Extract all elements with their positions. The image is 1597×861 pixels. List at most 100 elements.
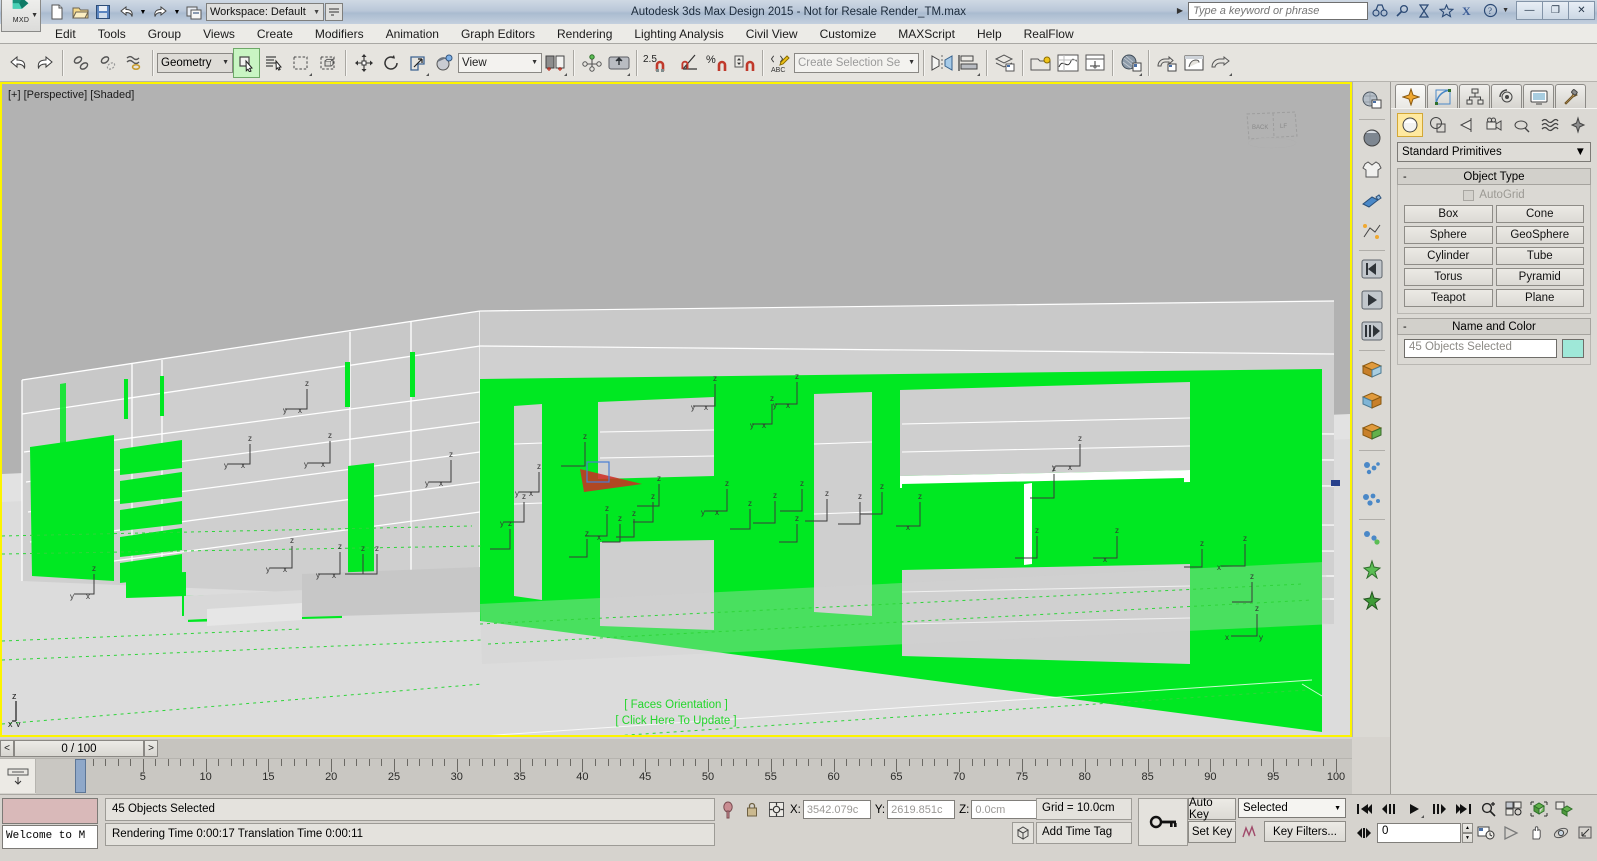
go-to-start-side-icon[interactable] (1357, 254, 1387, 284)
frame-spinner[interactable]: ▲ ▼ (1462, 822, 1473, 843)
maximize-viewport-icon[interactable] (1574, 822, 1597, 843)
material-editor-button[interactable] (1117, 48, 1144, 78)
motion-tab[interactable] (1491, 84, 1522, 108)
select-object-button[interactable] (233, 47, 260, 78)
workspace-selector[interactable]: Workspace: Default ▼ (206, 3, 324, 21)
undo-arrow-icon[interactable] (115, 2, 137, 23)
tube-button[interactable]: Tube (1495, 247, 1584, 265)
hourglass-icon[interactable] (1414, 1, 1434, 20)
window-crossing-toggle-button[interactable] (314, 48, 341, 78)
render-box3-icon[interactable] (1357, 416, 1387, 446)
zoom-all-icon[interactable] (1502, 798, 1526, 819)
auto-key-button[interactable]: Auto Key (1188, 797, 1236, 821)
use-pivot-point-center-button[interactable] (542, 48, 569, 78)
redo-arrow-icon[interactable] (149, 2, 171, 23)
key-filters-button[interactable]: Key Filters... (1264, 821, 1346, 842)
go-to-start-icon[interactable] (1352, 798, 1376, 819)
object-name-field[interactable]: 45 Objects Selected (1404, 339, 1557, 358)
object-type-header[interactable]: - Object Type (1397, 168, 1591, 185)
time-configuration-icon[interactable] (1474, 822, 1498, 843)
application-menu-button[interactable]: MXD ▼ (1, 0, 41, 32)
space-warps-icon[interactable] (1537, 113, 1563, 137)
hierarchy-tab[interactable] (1459, 84, 1490, 108)
selection-filter-combo[interactable]: Geometry ▼ (157, 52, 233, 73)
lights-icon[interactable] (1453, 113, 1479, 137)
restore-button[interactable]: ❐ (1542, 1, 1569, 20)
play-animation-icon[interactable] (1402, 798, 1426, 819)
unlink-selection-button[interactable] (94, 48, 121, 78)
viewport-3d-scene[interactable]: zxy zxy zxy zxy zxy zxy z z zxy z zxy zx… (2, 84, 1350, 735)
open-file-icon[interactable] (69, 2, 91, 23)
scene-explorer-button[interactable] (1027, 48, 1054, 78)
create-tab[interactable] (1395, 84, 1426, 108)
rectangular-selection-region-button[interactable] (287, 48, 314, 78)
new-file-icon[interactable] (46, 2, 68, 23)
particle-flow-icon[interactable] (1357, 216, 1387, 246)
select-and-manipulate-button[interactable] (578, 48, 605, 78)
box-button[interactable]: Box (1404, 205, 1493, 223)
orbit-icon[interactable] (1549, 822, 1573, 843)
named-selection-set-combo[interactable]: Create Selection Se ▼ (794, 52, 919, 73)
snaps-toggle-button[interactable] (605, 48, 632, 78)
timeline-ruler[interactable]: 5 10 15 20 25 30 35 40 45 50 55 60 65 70 75 80 85 90 95 100 (36, 759, 1352, 794)
layer-explorer-button[interactable] (991, 48, 1018, 78)
object-color-swatch[interactable] (1562, 339, 1584, 358)
key-mode-toggle-icon[interactable] (1352, 822, 1376, 843)
select-and-link-button[interactable] (67, 48, 94, 78)
menu-civil-view[interactable]: Civil View (735, 25, 809, 43)
primitive-subcategory-combo[interactable]: Standard Primitives ▼ (1397, 142, 1591, 162)
favorites-star-icon[interactable] (1436, 1, 1456, 20)
sphere-button[interactable]: Sphere (1404, 226, 1493, 244)
maxscript-mini-listener-input[interactable]: Welcome to M (2, 825, 98, 849)
zoom-extents-icon[interactable] (1527, 798, 1551, 819)
select-by-name-button[interactable] (260, 48, 287, 78)
menu-customize[interactable]: Customize (809, 25, 888, 43)
y-field[interactable]: 2619.851c (887, 800, 956, 819)
explosion2-icon[interactable] (1357, 585, 1387, 615)
rollout-collapse-icon[interactable]: - (1403, 321, 1407, 333)
rendered-frame-window-button[interactable] (1180, 48, 1207, 78)
zoom-icon[interactable] (1477, 798, 1501, 819)
edit-named-selection-sets-button[interactable]: ABC (767, 48, 794, 78)
select-and-scale-button[interactable] (404, 48, 431, 78)
geometry-icon[interactable] (1397, 113, 1423, 137)
menu-modifiers[interactable]: Modifiers (304, 25, 375, 43)
particles2-icon[interactable] (1357, 485, 1387, 515)
menu-lighting-analysis[interactable]: Lighting Analysis (623, 25, 734, 43)
curve-editor-button[interactable] (1054, 48, 1081, 78)
cylinder-button[interactable]: Cylinder (1404, 247, 1493, 265)
percent-snap-button[interactable]: % (704, 48, 731, 78)
menu-graph-editors[interactable]: Graph Editors (450, 25, 546, 43)
teapot-button[interactable]: Teapot (1404, 289, 1493, 307)
previous-frame-icon[interactable] (1377, 798, 1401, 819)
isolate-selection-icon[interactable] (718, 800, 738, 820)
menu-edit[interactable]: Edit (44, 25, 87, 43)
menu-tools[interactable]: Tools (87, 25, 137, 43)
menu-help[interactable]: Help (966, 25, 1013, 43)
help-icon[interactable]: ? (1480, 1, 1500, 20)
autogrid-checkbox[interactable] (1463, 189, 1475, 201)
minimize-button[interactable]: — (1516, 1, 1543, 20)
undo-dropdown-icon[interactable]: ▼ (138, 2, 148, 23)
cloth-shirt-icon[interactable] (1357, 154, 1387, 184)
search-expand-icon[interactable]: ▶ (1174, 6, 1186, 15)
paint-deform-icon[interactable] (1357, 185, 1387, 215)
menu-views[interactable]: Views (192, 25, 246, 43)
rollout-collapse-icon[interactable]: - (1403, 171, 1407, 183)
open-mini-curve-editor-button[interactable] (0, 759, 36, 793)
pan-view-icon[interactable] (1524, 822, 1548, 843)
geosphere-button[interactable]: GeoSphere (1495, 226, 1584, 244)
spinner-snap-button[interactable] (731, 48, 758, 78)
cameras-icon[interactable] (1481, 113, 1507, 137)
modify-tab[interactable] (1427, 84, 1458, 108)
schematic-view-button[interactable] (1081, 48, 1108, 78)
select-and-rotate-button[interactable] (377, 48, 404, 78)
project-folder-icon[interactable] (183, 2, 205, 23)
render-box2-icon[interactable] (1357, 385, 1387, 415)
shapes-icon[interactable] (1425, 113, 1451, 137)
pyramid-button[interactable]: Pyramid (1495, 268, 1584, 286)
key-mode-combo[interactable]: Selected ▼ (1238, 798, 1346, 818)
next-frame-side-icon[interactable] (1357, 316, 1387, 346)
particles1-icon[interactable] (1357, 454, 1387, 484)
timeline-playhead[interactable] (75, 759, 86, 793)
